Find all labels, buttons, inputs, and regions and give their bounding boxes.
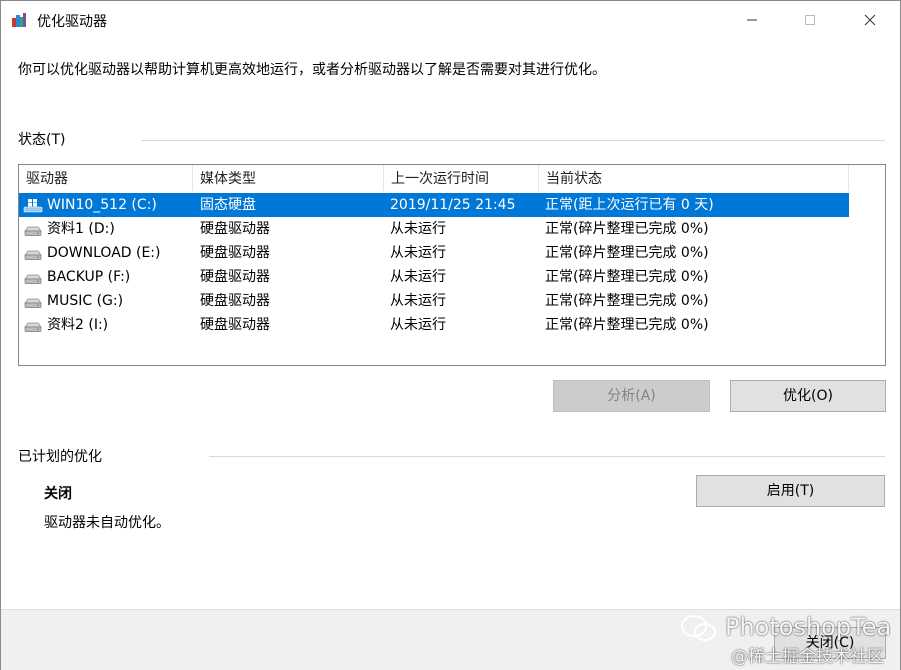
column-header-media-type[interactable]: 媒体类型 <box>193 165 384 191</box>
optimize-drives-window: 优化驱动器 你可以优化驱动器以帮助计算机更高效地运行，或者分析驱动器以了解是否需… <box>0 0 901 670</box>
drive-last-run: 2019/11/25 21:45 <box>390 197 516 213</box>
hard-drive-icon <box>24 274 42 284</box>
drive-status: 正常(碎片整理已完成 0%) <box>545 221 709 237</box>
windows-drive-icon <box>23 199 43 213</box>
drive-status: 正常(距上次运行已有 0 天) <box>545 197 714 213</box>
maximize-button[interactable] <box>787 1 833 39</box>
scheduled-section-label: 已计划的优化 <box>18 449 102 465</box>
drive-last-run: 从未运行 <box>390 317 446 333</box>
title-bar[interactable]: 优化驱动器 <box>1 1 900 39</box>
drive-row[interactable]: 资料2 (I:) 硬盘驱动器 从未运行 正常(碎片整理已完成 0%) <box>19 313 849 337</box>
defrag-app-icon <box>12 13 26 27</box>
drive-name: BACKUP (F:) <box>47 269 131 285</box>
drive-status: 正常(碎片整理已完成 0%) <box>545 317 709 333</box>
drive-last-run: 从未运行 <box>390 293 446 309</box>
optimize-button[interactable]: 优化(O) <box>730 380 886 412</box>
minimize-icon <box>747 19 757 21</box>
schedule-state: 关闭 <box>44 486 72 502</box>
drive-row[interactable]: MUSIC (G:) 硬盘驱动器 从未运行 正常(碎片整理已完成 0%) <box>19 289 849 313</box>
drive-name: MUSIC (G:) <box>47 293 124 309</box>
drive-name: 资料2 (I:) <box>47 317 109 333</box>
window-title: 优化驱动器 <box>37 14 107 30</box>
watermark-brand: PhotoshopTea <box>725 613 892 641</box>
analyze-button[interactable]: 分析(A) <box>553 380 710 412</box>
maximize-icon <box>805 15 815 25</box>
scheduled-divider <box>209 456 885 457</box>
drive-status: 正常(碎片整理已完成 0%) <box>545 269 709 285</box>
description-text: 你可以优化驱动器以帮助计算机更高效地运行，或者分析驱动器以了解是否需要对其进行优… <box>18 62 606 78</box>
wechat-icon <box>681 615 716 641</box>
close-icon <box>864 14 876 26</box>
drive-media-type: 硬盘驱动器 <box>200 221 270 237</box>
schedule-description: 驱动器未自动优化。 <box>44 515 170 531</box>
hard-drive-icon <box>24 250 42 260</box>
hard-drive-icon <box>24 226 42 236</box>
drive-media-type: 硬盘驱动器 <box>200 317 270 333</box>
drive-name: 资料1 (D:) <box>47 221 115 237</box>
drive-list-header: 驱动器 媒体类型 上一次运行时间 当前状态 <box>19 165 849 191</box>
drive-row[interactable]: 资料1 (D:) 硬盘驱动器 从未运行 正常(碎片整理已完成 0%) <box>19 217 849 241</box>
drive-last-run: 从未运行 <box>390 221 446 237</box>
minimize-button[interactable] <box>729 1 775 39</box>
drive-status: 正常(碎片整理已完成 0%) <box>545 245 709 261</box>
drive-name: WIN10_512 (C:) <box>47 197 157 213</box>
hard-drive-icon <box>24 322 42 332</box>
drive-last-run: 从未运行 <box>390 269 446 285</box>
drive-row[interactable]: DOWNLOAD (E:) 硬盘驱动器 从未运行 正常(碎片整理已完成 0%) <box>19 241 849 265</box>
hard-drive-icon <box>24 298 42 308</box>
close-window-button[interactable] <box>847 1 893 39</box>
status-divider <box>141 140 885 141</box>
column-header-last-run[interactable]: 上一次运行时间 <box>384 165 539 191</box>
drive-media-type: 硬盘驱动器 <box>200 245 270 261</box>
column-header-drive[interactable]: 驱动器 <box>19 165 193 191</box>
column-header-current-status[interactable]: 当前状态 <box>539 165 849 191</box>
drive-status: 正常(碎片整理已完成 0%) <box>545 293 709 309</box>
drive-last-run: 从未运行 <box>390 245 446 261</box>
watermark-community: @稀土掘金技术社区 <box>731 647 884 667</box>
drive-media-type: 固态硬盘 <box>200 197 256 213</box>
status-section-label: 状态(T) <box>18 132 66 148</box>
drive-name: DOWNLOAD (E:) <box>47 245 161 261</box>
drive-media-type: 硬盘驱动器 <box>200 293 270 309</box>
drive-row[interactable]: WIN10_512 (C:) 固态硬盘 2019/11/25 21:45 正常(… <box>19 193 849 217</box>
drive-row[interactable]: BACKUP (F:) 硬盘驱动器 从未运行 正常(碎片整理已完成 0%) <box>19 265 849 289</box>
drive-list[interactable]: 驱动器 媒体类型 上一次运行时间 当前状态 WIN10_512 (C:) 固态硬… <box>18 164 886 366</box>
enable-button[interactable]: 启用(T) <box>696 475 885 507</box>
drive-media-type: 硬盘驱动器 <box>200 269 270 285</box>
